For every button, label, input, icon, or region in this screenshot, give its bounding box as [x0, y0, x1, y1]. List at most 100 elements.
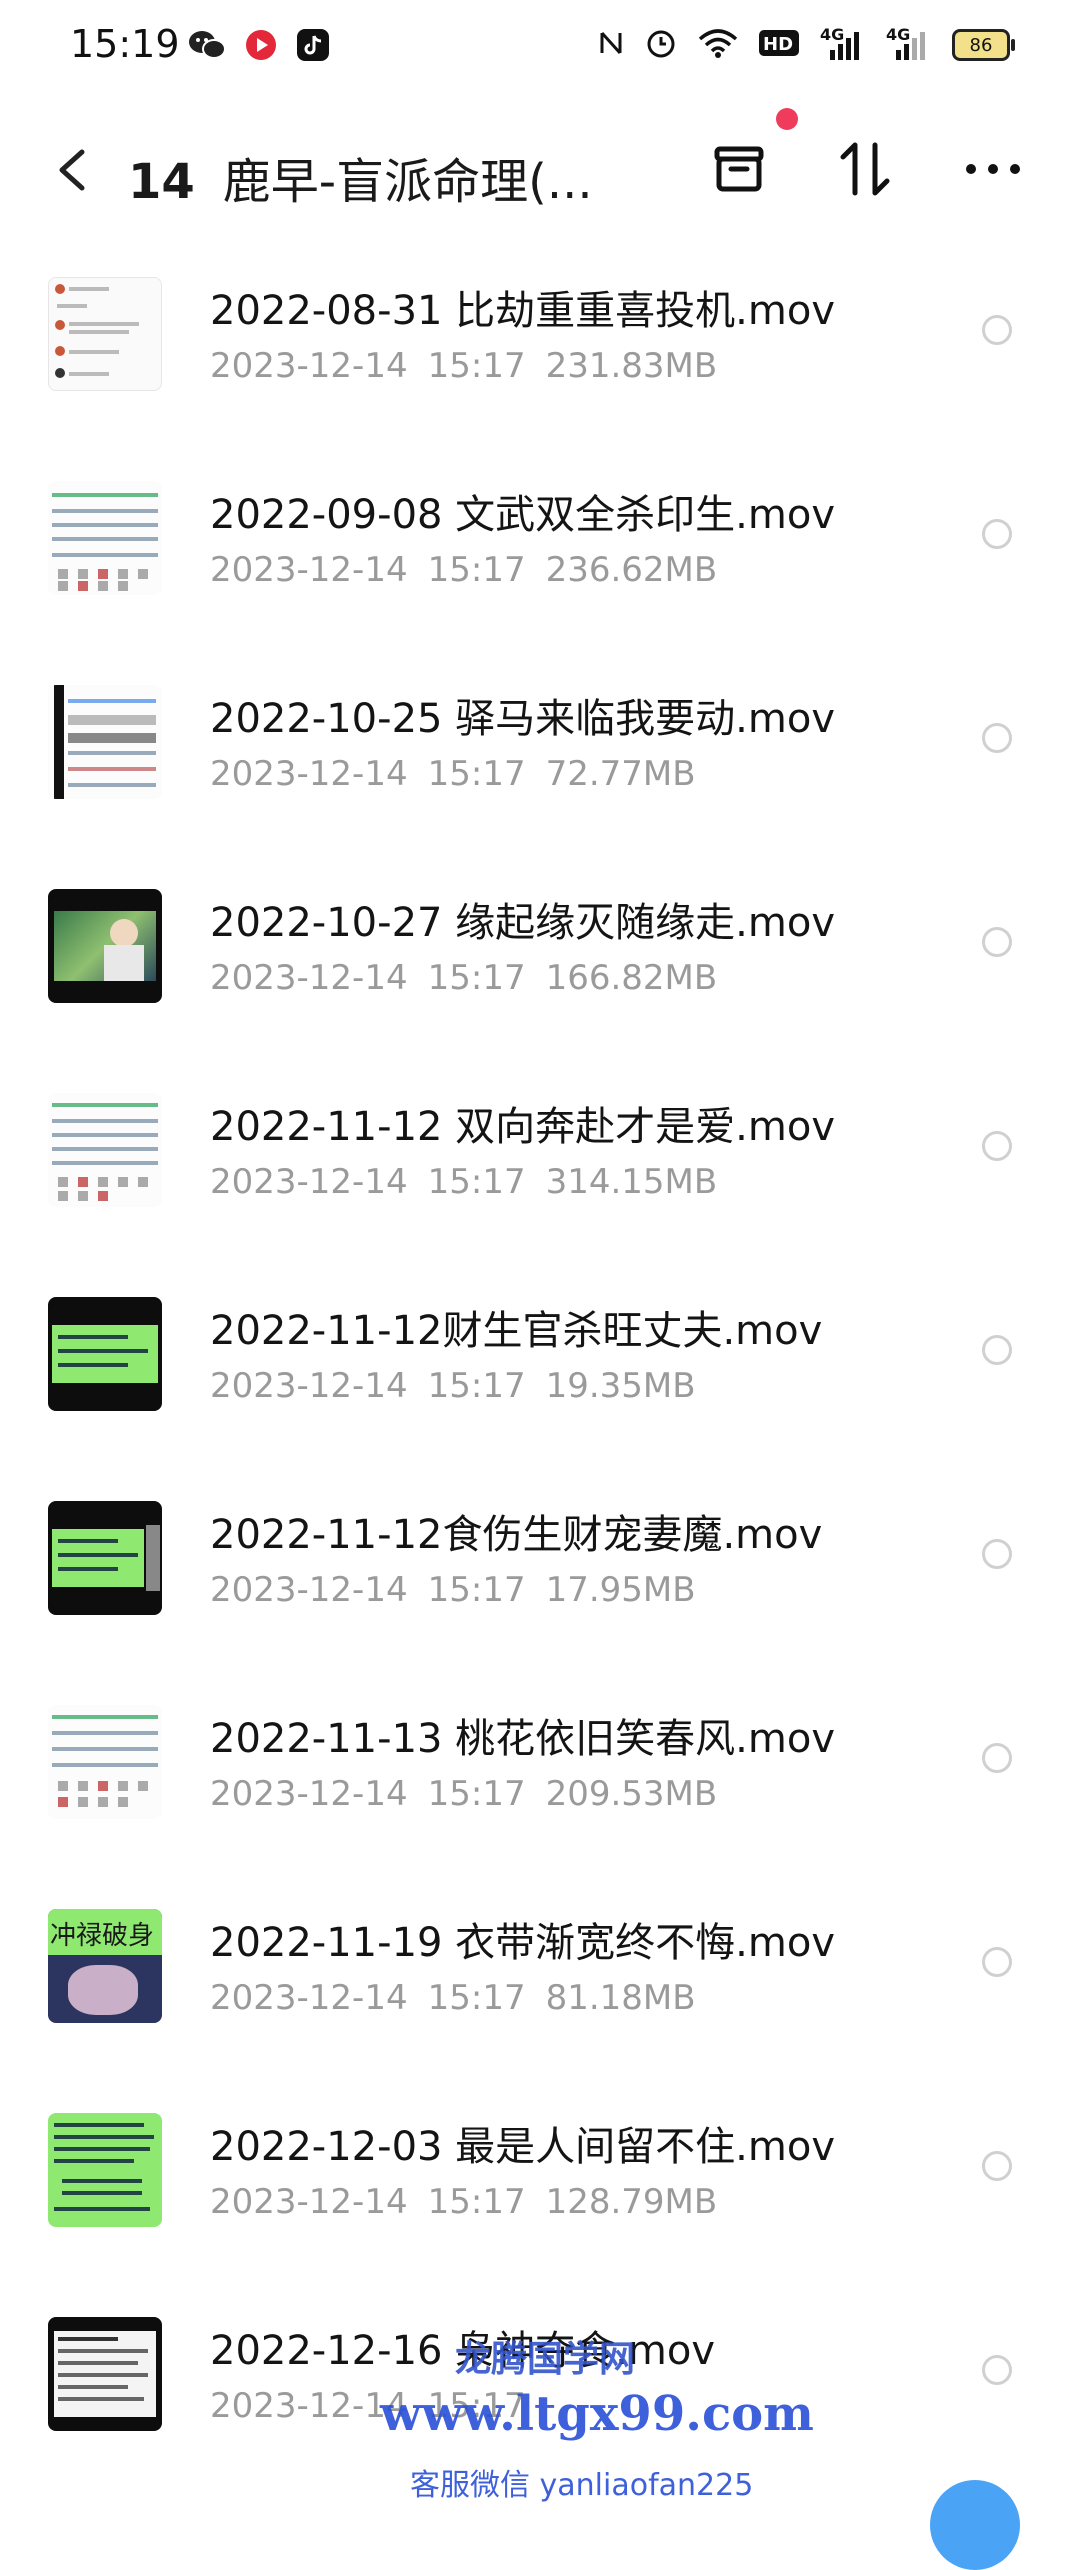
wechat-icon	[188, 29, 226, 65]
file-meta: 2023-12-14 15:17 166.82MB	[210, 958, 737, 998]
select-radio[interactable]	[982, 927, 1012, 957]
notification-icons	[188, 28, 330, 66]
more-icon	[966, 164, 1020, 174]
file-size: 314.15MB	[545, 1162, 718, 1202]
list-item[interactable]: 2022-11-12 双向奔赴才是爱.mov 2023-12-14 15:17 31…	[0, 1066, 1080, 1270]
back-button[interactable]	[48, 140, 98, 200]
archive-icon	[714, 146, 764, 192]
video-thumbnail	[48, 277, 162, 391]
file-meta: 2023-12-14 15:17 19.35MB	[210, 1366, 716, 1406]
file-name: 2022-09-08 文武双全杀印生.mov	[210, 492, 835, 538]
list-item[interactable]: 2022-11-13 桃花依旧笑春风.mov 2023-12-14 15:17 20…	[0, 1678, 1080, 1882]
file-size: 17.95MB	[545, 1570, 696, 1610]
file-date: 2023-12-14	[210, 2386, 408, 2426]
file-name: 2022-11-12食伤生财宠妻魔.mov	[210, 1512, 823, 1558]
video-thumbnail	[48, 1705, 162, 1819]
list-item[interactable]: 冲禄破身 2022-11-19 衣带渐宽终不悔.mov 2023-12-14 15…	[0, 1882, 1080, 2086]
file-date: 2023-12-14	[210, 1366, 408, 1406]
file-size: 72.77MB	[545, 754, 696, 794]
file-time: 15:17	[427, 1162, 526, 1202]
floating-action-button[interactable]	[930, 2480, 1020, 2570]
file-meta: 2023-12-14 15:17 231.83MB	[210, 346, 737, 386]
watermark-contact: 客服微信 yanliaofan225	[410, 2468, 754, 2503]
file-time: 15:17	[427, 1366, 526, 1406]
file-date: 2023-12-14	[210, 2182, 408, 2222]
file-meta: 2023-12-14 15:17 81.18MB	[210, 1978, 716, 2018]
more-button[interactable]	[958, 134, 1028, 204]
file-date: 2023-12-14	[210, 1570, 408, 1610]
select-radio[interactable]	[982, 315, 1012, 345]
list-item[interactable]: 2022-10-27 缘起缘灭随缘走.mov 2023-12-14 15:17 16…	[0, 862, 1080, 1066]
file-size: 231.83MB	[545, 346, 718, 386]
file-time: 15:17	[427, 346, 526, 386]
video-thumbnail	[48, 2317, 162, 2431]
sort-icon	[840, 142, 890, 196]
list-item[interactable]: 2022-12-03 最是人间留不住.mov 2023-12-14 15:17 12…	[0, 2086, 1080, 2290]
file-time: 15:17	[427, 2182, 526, 2222]
file-time: 15:17	[427, 754, 526, 794]
file-time: 15:17	[427, 1570, 526, 1610]
file-size: 19.35MB	[545, 1366, 696, 1406]
select-radio[interactable]	[982, 1131, 1012, 1161]
signal-4g-icon: 4G	[886, 27, 932, 62]
video-thumbnail	[48, 2113, 162, 2227]
select-radio[interactable]	[982, 1539, 1012, 1569]
wifi-icon	[698, 27, 738, 63]
file-meta: 2023-12-14 15:17 72.77MB	[210, 754, 716, 794]
file-name: 2022-10-27 缘起缘灭随缘走.mov	[210, 900, 835, 946]
video-thumbnail	[48, 889, 162, 1003]
select-radio[interactable]	[982, 2355, 1012, 2385]
select-radio[interactable]	[982, 519, 1012, 549]
file-meta: 2023-12-14 15:17 236.62MB	[210, 550, 737, 590]
select-radio[interactable]	[982, 2151, 1012, 2181]
select-radio[interactable]	[982, 1743, 1012, 1773]
file-count: 14	[128, 154, 195, 210]
file-size: 81.18MB	[545, 1978, 696, 2018]
file-date: 2023-12-14	[210, 1774, 408, 1814]
file-name: 2022-10-25 驿马来临我要动.mov	[210, 696, 835, 742]
file-size: 166.82MB	[545, 958, 718, 998]
archive-button[interactable]	[704, 134, 774, 204]
file-date: 2023-12-14	[210, 958, 408, 998]
file-size: 236.62MB	[545, 550, 718, 590]
file-list: 2022-08-31 比劫重重喜投机.mov 2023-12-14 15:17 23…	[0, 250, 1080, 2494]
alarm-icon	[644, 26, 678, 64]
video-app-icon	[244, 28, 278, 66]
battery-level: 86	[969, 34, 993, 56]
status-indicators: HD 4G 4G 86	[598, 26, 1015, 64]
video-thumbnail: 冲禄破身	[48, 1909, 162, 2023]
tiktok-icon	[296, 28, 330, 66]
file-time: 15:17	[427, 958, 526, 998]
file-meta: 2023-12-14 15:17 128.79MB	[210, 2182, 737, 2222]
watermark-title: 龙腾国学网	[455, 2339, 636, 2380]
file-meta: 2023-12-14 15:17 17.95MB	[210, 1570, 716, 1610]
file-time: 15:17	[427, 1978, 526, 2018]
signal-4g-icon: 4G	[820, 27, 866, 62]
file-date: 2023-12-14	[210, 550, 408, 590]
thumbnail-caption: 冲禄破身	[50, 1921, 155, 1951]
file-date: 2023-12-14	[210, 1978, 408, 2018]
status-time: 15:19	[70, 22, 180, 66]
folder-header: 14 鹿早-盲派命理(...	[0, 110, 1080, 230]
list-item[interactable]: 2022-11-12食伤生财宠妻魔.mov 2023-12-14 15:17 17.…	[0, 1474, 1080, 1678]
file-meta: 2023-12-14 15:17 209.53MB	[210, 1774, 737, 1814]
video-thumbnail	[48, 481, 162, 595]
battery-indicator: 86	[952, 29, 1015, 61]
file-name: 2022-11-13 桃花依旧笑春风.mov	[210, 1716, 835, 1762]
file-size: 128.79MB	[545, 2182, 718, 2222]
video-thumbnail	[48, 1501, 162, 1615]
select-radio[interactable]	[982, 1947, 1012, 1977]
list-item[interactable]: 2022-09-08 文武双全杀印生.mov 2023-12-14 15:17 23…	[0, 454, 1080, 658]
file-name: 2022-11-12 双向奔赴才是爱.mov	[210, 1104, 835, 1150]
file-name: 2022-11-19 衣带渐宽终不悔.mov	[210, 1920, 835, 1966]
select-radio[interactable]	[982, 723, 1012, 753]
file-time: 15:17	[427, 1774, 526, 1814]
select-radio[interactable]	[982, 1335, 1012, 1365]
list-item[interactable]: 2022-08-31 比劫重重喜投机.mov 2023-12-14 15:17 23…	[0, 250, 1080, 454]
list-item[interactable]: 2022-11-12财生官杀旺丈夫.mov 2023-12-14 15:17 19.…	[0, 1270, 1080, 1474]
file-name: 2022-11-12财生官杀旺丈夫.mov	[210, 1308, 823, 1354]
file-time: 15:17	[427, 550, 526, 590]
list-item[interactable]: 2022-10-25 驿马来临我要动.mov 2023-12-14 15:17 72…	[0, 658, 1080, 862]
sort-button[interactable]	[830, 134, 900, 204]
file-name: 2022-12-03 最是人间留不住.mov	[210, 2124, 835, 2170]
